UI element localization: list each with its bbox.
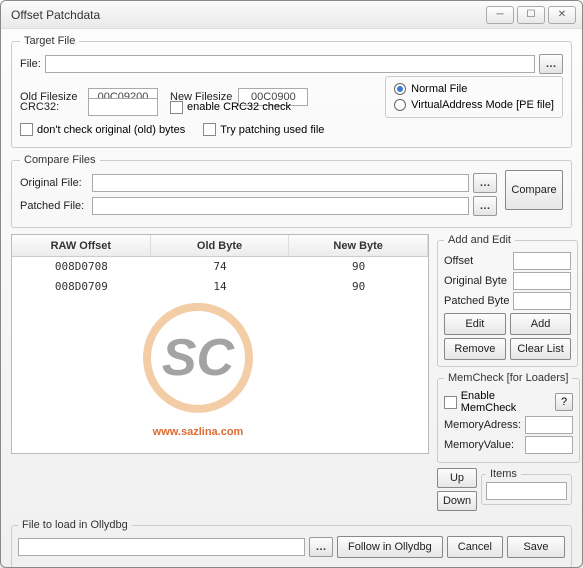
try-patching-label: Try patching used file xyxy=(220,124,324,136)
original-file-label: Original File: xyxy=(20,177,88,189)
checkbox-icon xyxy=(444,396,457,409)
cancel-button[interactable]: Cancel xyxy=(447,536,503,558)
content: Target File File: … Old Filesize New Fil… xyxy=(1,29,582,568)
close-button[interactable]: ✕ xyxy=(548,6,576,24)
titlebar: Offset Patchdata ─ ☐ ✕ xyxy=(1,1,582,29)
va-mode-label: VirtualAddress Mode [PE file] xyxy=(411,99,554,111)
col-raw-header: RAW Offset xyxy=(12,235,151,256)
patched-file-input[interactable] xyxy=(92,197,469,215)
cell-new: 90 xyxy=(289,277,428,297)
watermark-text: www.sazlina.com xyxy=(153,426,244,438)
add-edit-group: Add and Edit Offset Original Byte Patche… xyxy=(437,234,578,367)
enable-crc32-label: enable CRC32 check xyxy=(187,101,291,113)
offset-input[interactable] xyxy=(513,252,571,270)
mem-value-input[interactable] xyxy=(525,436,573,454)
memcheck-group: MemCheck [for Loaders] Enable MemCheck ?… xyxy=(437,372,580,463)
enable-crc32-checkbox[interactable]: enable CRC32 check xyxy=(170,101,291,114)
watermark-logo-icon xyxy=(143,303,253,413)
try-patching-checkbox[interactable]: Try patching used file xyxy=(203,123,324,136)
patched-browse-button[interactable]: … xyxy=(473,196,497,216)
watermark: www.sazlina.com xyxy=(143,303,253,440)
offset-label: Offset xyxy=(444,255,509,267)
ollydbg-file-input[interactable] xyxy=(18,538,305,556)
cell-new: 90 xyxy=(289,257,428,277)
patched-file-label: Patched File: xyxy=(20,200,88,212)
col-new-header: New Byte xyxy=(289,235,428,256)
table-row[interactable]: 008D0708 74 90 xyxy=(12,257,428,277)
va-mode-radio[interactable]: VirtualAddress Mode [PE file] xyxy=(394,99,554,111)
remove-button[interactable]: Remove xyxy=(444,338,506,360)
patched-byte-input[interactable] xyxy=(513,292,571,310)
save-button[interactable]: Save xyxy=(507,536,565,558)
dont-check-label: don't check original (old) bytes xyxy=(37,124,185,136)
cell-raw: 008D0709 xyxy=(12,277,151,297)
minimize-button[interactable]: ─ xyxy=(486,6,514,24)
table-header: RAW Offset Old Byte New Byte xyxy=(12,235,428,257)
crc32-input[interactable] xyxy=(88,98,158,116)
cell-old: 74 xyxy=(151,257,290,277)
maximize-button[interactable]: ☐ xyxy=(517,6,545,24)
follow-ollydbg-button[interactable]: Follow in Ollydbg xyxy=(337,536,443,558)
clear-list-button[interactable]: Clear List xyxy=(510,338,572,360)
original-file-input[interactable] xyxy=(92,174,469,192)
file-label: File: xyxy=(20,58,41,70)
orig-byte-label: Original Byte xyxy=(444,275,509,287)
cell-old: 14 xyxy=(151,277,290,297)
file-mode-group: Normal File VirtualAddress Mode [PE file… xyxy=(385,76,563,118)
mem-addr-input[interactable] xyxy=(525,416,573,434)
dont-check-checkbox[interactable]: don't check original (old) bytes xyxy=(20,123,185,136)
add-edit-legend: Add and Edit xyxy=(444,234,515,246)
file-input[interactable] xyxy=(45,55,535,73)
compare-legend: Compare Files xyxy=(20,154,100,166)
checkbox-icon xyxy=(20,123,33,136)
normal-file-label: Normal File xyxy=(411,83,467,95)
down-button[interactable]: Down xyxy=(437,491,477,511)
target-file-group: Target File File: … Old Filesize New Fil… xyxy=(11,35,572,148)
offset-table[interactable]: RAW Offset Old Byte New Byte 008D0708 74… xyxy=(11,234,429,454)
window: Offset Patchdata ─ ☐ ✕ Target File File:… xyxy=(0,0,583,568)
table-row[interactable]: 008D0709 14 90 xyxy=(12,277,428,297)
memcheck-help-button[interactable]: ? xyxy=(555,393,573,411)
up-button[interactable]: Up xyxy=(437,468,477,488)
original-browse-button[interactable]: … xyxy=(473,173,497,193)
middle-section: RAW Offset Old Byte New Byte 008D0708 74… xyxy=(11,234,572,513)
file-browse-button[interactable]: … xyxy=(539,54,563,74)
items-group: Items xyxy=(481,468,572,505)
mem-value-label: MemoryValue: xyxy=(444,439,521,451)
radio-icon xyxy=(394,99,406,111)
items-input[interactable] xyxy=(486,482,567,500)
items-legend: Items xyxy=(486,468,521,480)
target-file-legend: Target File xyxy=(20,35,79,47)
compare-button[interactable]: Compare xyxy=(505,170,563,210)
enable-memcheck-label: Enable MemCheck xyxy=(461,390,551,414)
radio-icon xyxy=(394,83,406,95)
crc32-label: CRC32: xyxy=(20,101,82,113)
orig-byte-input[interactable] xyxy=(513,272,571,290)
add-button[interactable]: Add xyxy=(510,313,572,335)
edit-button[interactable]: Edit xyxy=(444,313,506,335)
ollydbg-browse-button[interactable]: … xyxy=(309,537,333,557)
mem-addr-label: MemoryAdress: xyxy=(444,419,521,431)
window-title: Offset Patchdata xyxy=(11,8,483,22)
cell-raw: 008D0708 xyxy=(12,257,151,277)
patched-byte-label: Patched Byte xyxy=(444,295,509,307)
compare-files-group: Compare Files Original File: … Patched F… xyxy=(11,154,572,228)
ollydbg-file-group: File to load in Ollydbg … Follow in Olly… xyxy=(11,519,572,568)
ollydbg-file-label: File to load in Ollydbg xyxy=(18,519,132,531)
normal-file-radio[interactable]: Normal File xyxy=(394,83,554,95)
side-panel: Add and Edit Offset Original Byte Patche… xyxy=(437,234,572,513)
checkbox-icon xyxy=(203,123,216,136)
checkbox-icon xyxy=(170,101,183,114)
col-old-header: Old Byte xyxy=(151,235,290,256)
enable-memcheck-checkbox[interactable]: Enable MemCheck xyxy=(444,390,551,414)
memcheck-legend: MemCheck [for Loaders] xyxy=(444,372,572,384)
